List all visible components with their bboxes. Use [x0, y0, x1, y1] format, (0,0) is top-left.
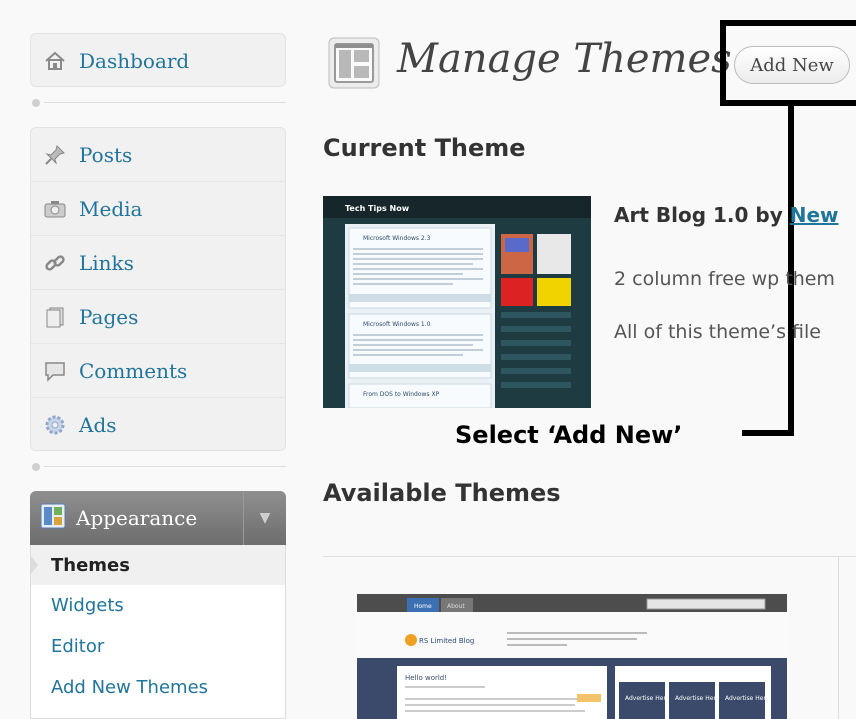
current-theme-screenshot[interactable]: Tech Tips Now Microsoft Windows 2.3 Micr…: [323, 196, 591, 408]
thumb-post-title: Microsoft Windows 2.3: [363, 235, 431, 242]
menu-item-links[interactable]: Links: [31, 236, 285, 290]
menu-group-content: Posts Media Links Pages Comments Ads: [30, 127, 286, 451]
thumb-tab-home: Home: [414, 603, 432, 610]
menu-item-appearance[interactable]: Appearance ▼: [30, 491, 286, 545]
current-theme-title: Art Blog 1.0 by New: [614, 203, 838, 227]
thumb-post-title: From DOS to Windows XP: [363, 391, 440, 398]
page-title: Manage Themes: [397, 36, 732, 82]
thumb-blog-name: RS Limited Blog: [419, 637, 474, 645]
menu-item-dashboard[interactable]: Dashboard: [31, 34, 285, 88]
available-themes-column-divider: [838, 556, 839, 719]
chain-link-icon: [41, 249, 69, 277]
menu-group-top: Dashboard: [30, 33, 286, 87]
thumb-ad-slot: Advertise Here: [625, 695, 670, 702]
available-theme-screenshot[interactable]: Home About RS Limited Blog Hello world! …: [357, 594, 787, 719]
available-themes-heading: Available Themes: [323, 479, 561, 507]
callout-text: Select ‘Add New’: [455, 421, 683, 449]
menu-label-media: Media: [79, 196, 143, 221]
thumb-ad-slot: Advertise Here: [675, 695, 720, 702]
thumb-tab-about: About: [447, 603, 465, 610]
menu-toggle-chevron-icon[interactable]: ▼: [243, 491, 286, 545]
speech-bubble-icon: [41, 357, 69, 385]
pages-icon: [41, 303, 69, 331]
menu-label-posts: Posts: [79, 142, 133, 167]
menu-item-ads[interactable]: Ads: [31, 398, 285, 452]
thumb-ad-slot: Advertise Here: [725, 695, 770, 702]
thumb-post-title: Microsoft Windows 1.0: [363, 321, 431, 328]
available-themes-divider: [323, 556, 856, 557]
pushpin-icon: [41, 141, 69, 169]
submenu-item-add-new-themes[interactable]: Add New Themes: [31, 667, 285, 708]
thumb-blog-header: Tech Tips Now: [345, 204, 410, 213]
menu-label-ads: Ads: [79, 413, 117, 437]
house-icon: [41, 47, 69, 75]
appearance-icon: [40, 503, 66, 533]
callout-connector: [742, 430, 794, 436]
menu-item-posts[interactable]: Posts: [31, 128, 285, 182]
menu-label-appearance: Appearance: [76, 506, 198, 530]
appearance-submenu: Themes Widgets Editor Add New Themes: [30, 545, 286, 719]
menu-item-comments[interactable]: Comments: [31, 344, 285, 398]
current-theme-heading: Current Theme: [323, 134, 526, 162]
menu-label-links: Links: [79, 250, 134, 275]
submenu-item-themes[interactable]: Themes: [30, 545, 285, 585]
theme-name: Art Blog 1.0 by: [614, 203, 790, 227]
menu-label-pages: Pages: [79, 304, 139, 329]
theme-author-link[interactable]: New: [790, 203, 839, 227]
menu-label-comments: Comments: [79, 358, 188, 383]
current-theme-description: 2 column free wp them: [614, 268, 835, 290]
gear-icon: [41, 411, 69, 439]
menu-separator[interactable]: [30, 463, 286, 471]
camera-icon: [41, 195, 69, 223]
current-theme-files-text: All of this theme’s file: [614, 321, 821, 343]
thumb-post-title: Hello world!: [405, 674, 447, 682]
menu-item-media[interactable]: Media: [31, 182, 285, 236]
callout-highlight-box: [720, 20, 856, 106]
submenu-item-widgets[interactable]: Widgets: [31, 585, 285, 626]
submenu-item-editor[interactable]: Editor: [31, 626, 285, 667]
menu-label-dashboard: Dashboard: [79, 49, 190, 73]
menu-separator[interactable]: [30, 99, 286, 107]
menu-item-pages[interactable]: Pages: [31, 290, 285, 344]
themes-page-icon: [328, 37, 380, 89]
